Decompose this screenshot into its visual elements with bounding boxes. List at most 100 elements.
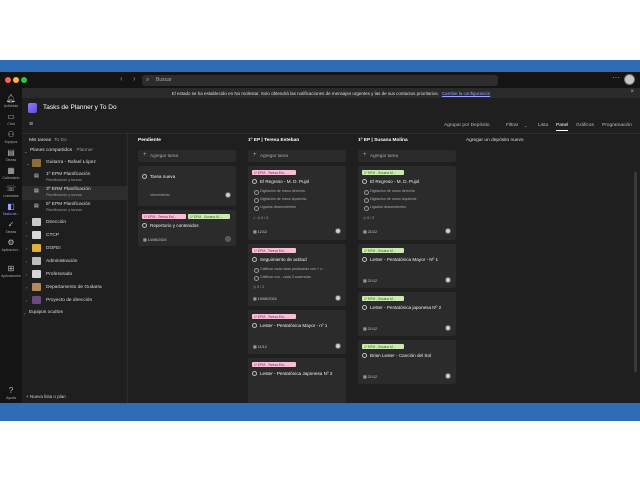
maximize-window-button[interactable] bbox=[21, 77, 27, 83]
more-options-button[interactable]: ··· bbox=[612, 73, 620, 82]
tab-charts[interactable]: Gráficos bbox=[576, 123, 594, 128]
assignee-avatar bbox=[335, 343, 341, 349]
task-card[interactable]: 1º EPM - Susana M... El Regreso - M. D. … bbox=[358, 166, 456, 240]
group-by-button[interactable]: Agrupar por Depósito bbox=[444, 123, 490, 128]
add-task-button[interactable]: + Agregar tarea bbox=[138, 150, 236, 162]
chevron-right-icon: › bbox=[26, 272, 28, 277]
plan-item-3erm[interactable]: ▤ 3º ERM Planificación Planificación y t… bbox=[22, 186, 128, 200]
team-avatar-icon bbox=[32, 296, 41, 304]
task-card[interactable]: 1º EPM - Susana M... Lester - Pentatónic… bbox=[358, 244, 456, 288]
task-card-new[interactable]: Tarea nueva Vencimiento bbox=[138, 166, 236, 206]
shared-plans-group[interactable]: ⌄ Planes compartidos Planner bbox=[22, 148, 128, 154]
complete-task-checkbox[interactable] bbox=[362, 179, 367, 184]
board-scrollbar[interactable] bbox=[634, 172, 637, 372]
complete-task-checkbox[interactable] bbox=[362, 353, 367, 358]
task-card-repertorio[interactable]: 1º EPM - Teresa Est... 1º EPM - Susana M… bbox=[138, 210, 236, 246]
team-item-profesorado[interactable]: › Profesorado bbox=[22, 270, 128, 280]
hamburger-menu-icon[interactable]: ≡ bbox=[29, 121, 33, 128]
label-tag: 1º EPM - Teresa Est... bbox=[142, 214, 186, 219]
checklist-progress: ◷ 0 / 2 bbox=[253, 285, 265, 289]
tasks-icon: ▤ bbox=[7, 148, 15, 157]
team-item-dofei[interactable]: › DOFEI bbox=[22, 244, 128, 254]
task-card[interactable]: 1º EPM - Teresa Est... Lester - Pentatón… bbox=[248, 310, 346, 354]
planner-logo-icon bbox=[28, 103, 37, 113]
team-avatar-icon bbox=[32, 231, 41, 239]
check-icon: ✓ bbox=[7, 220, 15, 229]
close-icon[interactable]: × bbox=[630, 89, 634, 95]
rail-apps-shortcut[interactable]: ⚙ Aplicacion... bbox=[0, 238, 22, 252]
tab-list[interactable]: Lista bbox=[538, 123, 548, 128]
chevron-down-icon: ⌄ bbox=[24, 149, 28, 154]
label-tag: 1º EPM - Susana M... bbox=[362, 248, 404, 253]
tab-schedule[interactable]: Programación bbox=[602, 123, 632, 128]
task-card[interactable]: 1º EPM - Teresa Est... Seguimiento de ac… bbox=[248, 244, 346, 306]
rail-chat[interactable]: ▭ Chat bbox=[0, 112, 22, 126]
chevron-right-icon: › bbox=[26, 220, 28, 225]
board: Pendiente + Agregar tarea Tarea nueva Ven… bbox=[136, 134, 640, 403]
rail-calendar[interactable]: ▦ Calendario bbox=[0, 166, 22, 180]
change-settings-link[interactable]: Cambie la configuración bbox=[442, 91, 490, 96]
page-title: Tasks de Planner y To Do bbox=[43, 104, 117, 111]
back-forward-arrows[interactable]: ‹ › bbox=[120, 74, 140, 83]
assignee-avatar bbox=[335, 295, 341, 301]
label-tag: 1º EPM - Teresa Est... bbox=[252, 362, 296, 367]
new-plan-button[interactable]: + Nueva lista o plan bbox=[26, 394, 66, 399]
rail-calls[interactable]: ☏ Llamadas bbox=[0, 184, 22, 198]
due-date: ▦ 19/06/2024 bbox=[253, 297, 277, 301]
complete-task-checkbox[interactable] bbox=[252, 323, 257, 328]
rail-teams[interactable]: ⚇ Equipos bbox=[0, 130, 22, 144]
assignee-avatar bbox=[445, 277, 451, 283]
bucket-title: 1º EP | Susana Molina bbox=[358, 138, 408, 143]
complete-task-checkbox[interactable] bbox=[362, 257, 367, 262]
rail-activity[interactable]: 🔔︎ Actividad bbox=[0, 94, 22, 108]
label-tag: 1º EPM - Teresa Est... bbox=[252, 314, 296, 319]
my-tasks-item[interactable]: Mis tareas To Do bbox=[29, 138, 67, 143]
team-avatar-icon bbox=[32, 283, 41, 291]
app-header: Tasks de Planner y To Do bbox=[22, 98, 640, 118]
notice-text: El estado se ha establecido en No molest… bbox=[171, 90, 439, 96]
filter-button[interactable]: Filtrar bbox=[506, 123, 518, 128]
guitar-group[interactable]: ⌄ Guitarra - Rafael López bbox=[22, 159, 128, 169]
plan-item-1epm[interactable]: ▤ 1º EPM Planificación Planificación y t… bbox=[22, 171, 128, 185]
hidden-teams-group[interactable]: › Equipos ocultos bbox=[22, 310, 128, 318]
task-card[interactable]: 1º EPM - Teresa Est... Lester - Pentatón… bbox=[248, 358, 346, 403]
plan-item-5epm[interactable]: ▤ 5º EPM Planificación Planificación y t… bbox=[22, 201, 128, 215]
complete-task-checkbox[interactable] bbox=[142, 223, 147, 228]
tab-board[interactable]: Panel bbox=[556, 123, 569, 131]
add-task-button[interactable]: + Agregar tarea bbox=[358, 150, 456, 162]
add-task-button[interactable]: + Agregar tarea bbox=[248, 150, 346, 162]
due-date: ▦ 14/06/2024 bbox=[143, 238, 167, 242]
rail-planner[interactable]: ◧ Tasks de... bbox=[0, 202, 22, 216]
task-card[interactable]: 1º EPM - Teresa Est... El Regreso - M. D… bbox=[248, 166, 346, 240]
assignee-avatar bbox=[445, 373, 451, 379]
close-window-button[interactable] bbox=[5, 77, 11, 83]
rail-help[interactable]: ? Ayuda bbox=[0, 386, 22, 400]
team-item-ctcp[interactable]: › CTCP bbox=[22, 231, 128, 241]
assignees-icon bbox=[225, 236, 231, 242]
task-card[interactable]: 1º EPM - Susana M... Brian Lester - Canc… bbox=[358, 340, 456, 384]
rail-tasks[interactable]: ▤ Tareas bbox=[0, 148, 22, 162]
complete-task-checkbox[interactable] bbox=[252, 179, 257, 184]
complete-task-checkbox[interactable] bbox=[252, 371, 257, 376]
title-bar: ‹ › ⌕ Buscar ··· bbox=[0, 72, 640, 88]
complete-task-checkbox[interactable] bbox=[362, 305, 367, 310]
search-input[interactable]: ⌕ Buscar bbox=[142, 75, 498, 86]
user-avatar[interactable] bbox=[624, 74, 635, 85]
teams-icon: ⚇ bbox=[7, 130, 15, 139]
rail-todo[interactable]: ✓ Tareas bbox=[0, 220, 22, 234]
team-item-administracion[interactable]: › Administración bbox=[22, 257, 128, 267]
task-card[interactable]: 1º EPM - Susana M... Lester - Pentatónic… bbox=[358, 292, 456, 336]
bucket-teresa-esteban: 1º EP | Teresa Esteban + Agregar tarea 1º… bbox=[246, 134, 346, 403]
complete-task-checkbox[interactable] bbox=[142, 174, 147, 179]
add-bucket-button[interactable]: Agregar un depósito nuevo bbox=[466, 138, 524, 143]
plus-icon: + bbox=[143, 152, 147, 158]
complete-task-checkbox[interactable] bbox=[252, 257, 257, 262]
team-item-proyecto[interactable]: › Proyecto de dirección bbox=[22, 296, 128, 306]
rail-apps[interactable]: ⊞ Aplicaciones bbox=[0, 264, 22, 278]
assignee-avatar bbox=[335, 228, 341, 234]
assignee-avatar bbox=[225, 192, 231, 198]
team-item-direccion[interactable]: › Dirección bbox=[22, 218, 128, 228]
minimize-window-button[interactable] bbox=[13, 77, 19, 83]
team-item-guitarra[interactable]: › Departamento de Guitarra bbox=[22, 283, 128, 293]
grid-icon: ⊞ bbox=[7, 264, 15, 273]
